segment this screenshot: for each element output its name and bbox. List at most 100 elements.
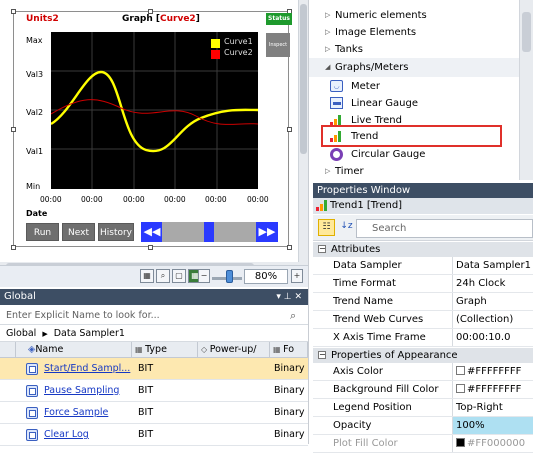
category-appearance[interactable]: − Properties of Appearance — [313, 348, 533, 363]
date-label: Date — [26, 209, 48, 218]
properties-header: Properties Window — [313, 183, 533, 198]
y-label-val2: Val2 — [26, 108, 44, 117]
row-format: Binary — [274, 385, 305, 396]
status-button[interactable]: Status — [266, 13, 292, 25]
x-label: 00:00 — [81, 195, 103, 204]
property-row[interactable]: Time Format 24h Clock — [313, 275, 533, 293]
resize-handle[interactable] — [287, 245, 292, 250]
zoom-out-icon[interactable]: − — [198, 269, 210, 283]
property-row[interactable]: Data Sampler Data Sampler1 — [313, 257, 533, 275]
fit-page-icon[interactable]: ▢ — [172, 269, 186, 283]
column-name[interactable]: ◈Name — [16, 342, 132, 358]
resize-handle[interactable] — [287, 127, 292, 132]
trend-selection-highlight — [321, 125, 502, 147]
color-swatch[interactable] — [456, 384, 465, 393]
categorized-view-icon[interactable]: ☷ — [318, 219, 335, 236]
curve1-legend-swatch — [211, 39, 220, 48]
global-panel-title: Global — [4, 291, 36, 302]
tag-row-icon — [26, 429, 38, 441]
meter-icon: ◡ — [330, 80, 343, 92]
property-row[interactable]: Axis Color #FFFFFFFF — [313, 363, 533, 381]
power-icon: ◇ — [201, 345, 210, 354]
alphabetical-sort-icon[interactable]: ↓z — [338, 219, 355, 236]
linear-gauge-icon — [330, 97, 343, 109]
toolbox-scrollbar[interactable] — [519, 0, 533, 180]
tag-row-icon — [26, 407, 38, 419]
tag-row-icon — [26, 385, 38, 397]
table-row[interactable]: Force Sample BIT Binary — [0, 402, 308, 424]
expand-arrow-icon: ▷ — [325, 167, 331, 175]
breadcrumb-data-sampler[interactable]: Data Sampler1 — [54, 328, 125, 339]
resize-handle[interactable] — [148, 245, 153, 250]
color-swatch[interactable] — [456, 438, 465, 447]
row-type: BIT — [138, 385, 154, 396]
zoom-level[interactable]: 80% — [244, 269, 288, 284]
grid-view-icon[interactable]: ▦ — [140, 269, 154, 283]
property-row[interactable]: Opacity 100% — [313, 417, 533, 435]
row-format: Binary — [274, 429, 305, 440]
collapse-arrow-icon: ◢ — [325, 63, 331, 71]
row-name[interactable]: Pause Sampling — [44, 380, 132, 402]
resize-handle[interactable] — [11, 245, 16, 250]
graph-title: Graph [Curve2] — [122, 14, 200, 24]
next-button[interactable]: Next — [62, 223, 95, 241]
type-icon: ▦ — [135, 345, 146, 354]
graph-title-curve: Curve2 — [160, 14, 196, 24]
x-label: 00:00 — [247, 195, 269, 204]
property-row[interactable]: Legend Position Top-Right — [313, 399, 533, 417]
toolbox-category-tanks[interactable]: ▷ Tanks — [309, 40, 519, 59]
curve2-legend-swatch — [211, 50, 220, 59]
category-attributes[interactable]: − Attributes — [313, 242, 533, 257]
row-name[interactable]: Force Sample — [44, 402, 132, 424]
designer-vertical-scrollbar[interactable] — [298, 0, 308, 262]
zoom-in-icon[interactable]: + — [291, 269, 303, 283]
graph-title-suffix: ] — [195, 14, 200, 24]
format-icon: ▦ — [273, 345, 284, 354]
panel-pin-close-icon[interactable]: ▾ ⊥ ✕ — [276, 289, 302, 305]
property-row[interactable]: Background Fill Color #FFFFFFFF — [313, 381, 533, 399]
property-row[interactable]: Trend Web Curves (Collection) — [313, 311, 533, 329]
zoom-slider-thumb[interactable] — [226, 270, 233, 283]
curve2-legend-label: Curve2 — [224, 48, 253, 57]
row-type: BIT — [138, 363, 154, 374]
rewind-icon[interactable]: ◀◀ — [142, 222, 162, 242]
tag-row-icon — [26, 363, 38, 375]
column-type[interactable]: ▦ Type — [132, 342, 198, 358]
collapse-icon[interactable]: − — [318, 351, 326, 359]
color-swatch[interactable] — [456, 366, 465, 375]
y-label-val3: Val3 — [26, 70, 44, 79]
zoom-search-icon[interactable]: ⌕ — [156, 269, 170, 283]
inspect-button[interactable]: Inspect — [266, 33, 290, 57]
column-format[interactable]: ▦ Fo — [270, 342, 308, 358]
column-power-up[interactable]: ◇ Power-up/ — [198, 342, 270, 358]
properties-search-input[interactable]: Search — [356, 219, 533, 238]
row-name[interactable]: Clear Log — [44, 424, 132, 446]
run-button[interactable]: Run — [26, 223, 59, 241]
global-search-input[interactable]: Enter Explicit Name to look for... — [0, 307, 308, 325]
x-label: 00:00 — [123, 195, 145, 204]
units-label: Units2 — [26, 14, 59, 24]
history-scroll-thumb[interactable] — [204, 222, 214, 242]
global-panel-header: Global ▾ ⊥ ✕ — [0, 289, 308, 305]
history-button[interactable]: History — [98, 223, 134, 241]
resize-handle[interactable] — [11, 9, 16, 14]
table-row[interactable]: Clear Log BIT Binary — [0, 424, 308, 446]
fast-forward-icon[interactable]: ▶▶ — [257, 222, 277, 242]
y-label-min: Min — [26, 182, 41, 191]
property-row[interactable]: Plot Fill Color #FF000000 — [313, 435, 533, 453]
toolbox-category-timer[interactable]: ▷ Timer — [309, 162, 519, 181]
row-name[interactable]: Start/End Sampl... — [44, 358, 132, 380]
table-row[interactable]: Start/End Sampl... BIT Binary — [0, 358, 308, 380]
x-label: 00:00 — [205, 195, 227, 204]
search-icon[interactable]: ⌕ — [290, 309, 296, 323]
collapse-icon[interactable]: − — [318, 245, 326, 253]
property-row[interactable]: X Axis Time Frame 00:00:10.0 — [313, 329, 533, 347]
row-type: BIT — [138, 407, 154, 418]
row-type: BIT — [138, 429, 154, 440]
table-row[interactable]: Pause Sampling BIT Binary — [0, 380, 308, 402]
resize-handle[interactable] — [11, 127, 16, 132]
row-format: Binary — [274, 363, 305, 374]
breadcrumb-global[interactable]: Global — [6, 328, 36, 339]
toolbox-category-graphs[interactable]: ◢ Graphs/Meters — [309, 58, 519, 77]
property-row[interactable]: Trend Name Graph — [313, 293, 533, 311]
